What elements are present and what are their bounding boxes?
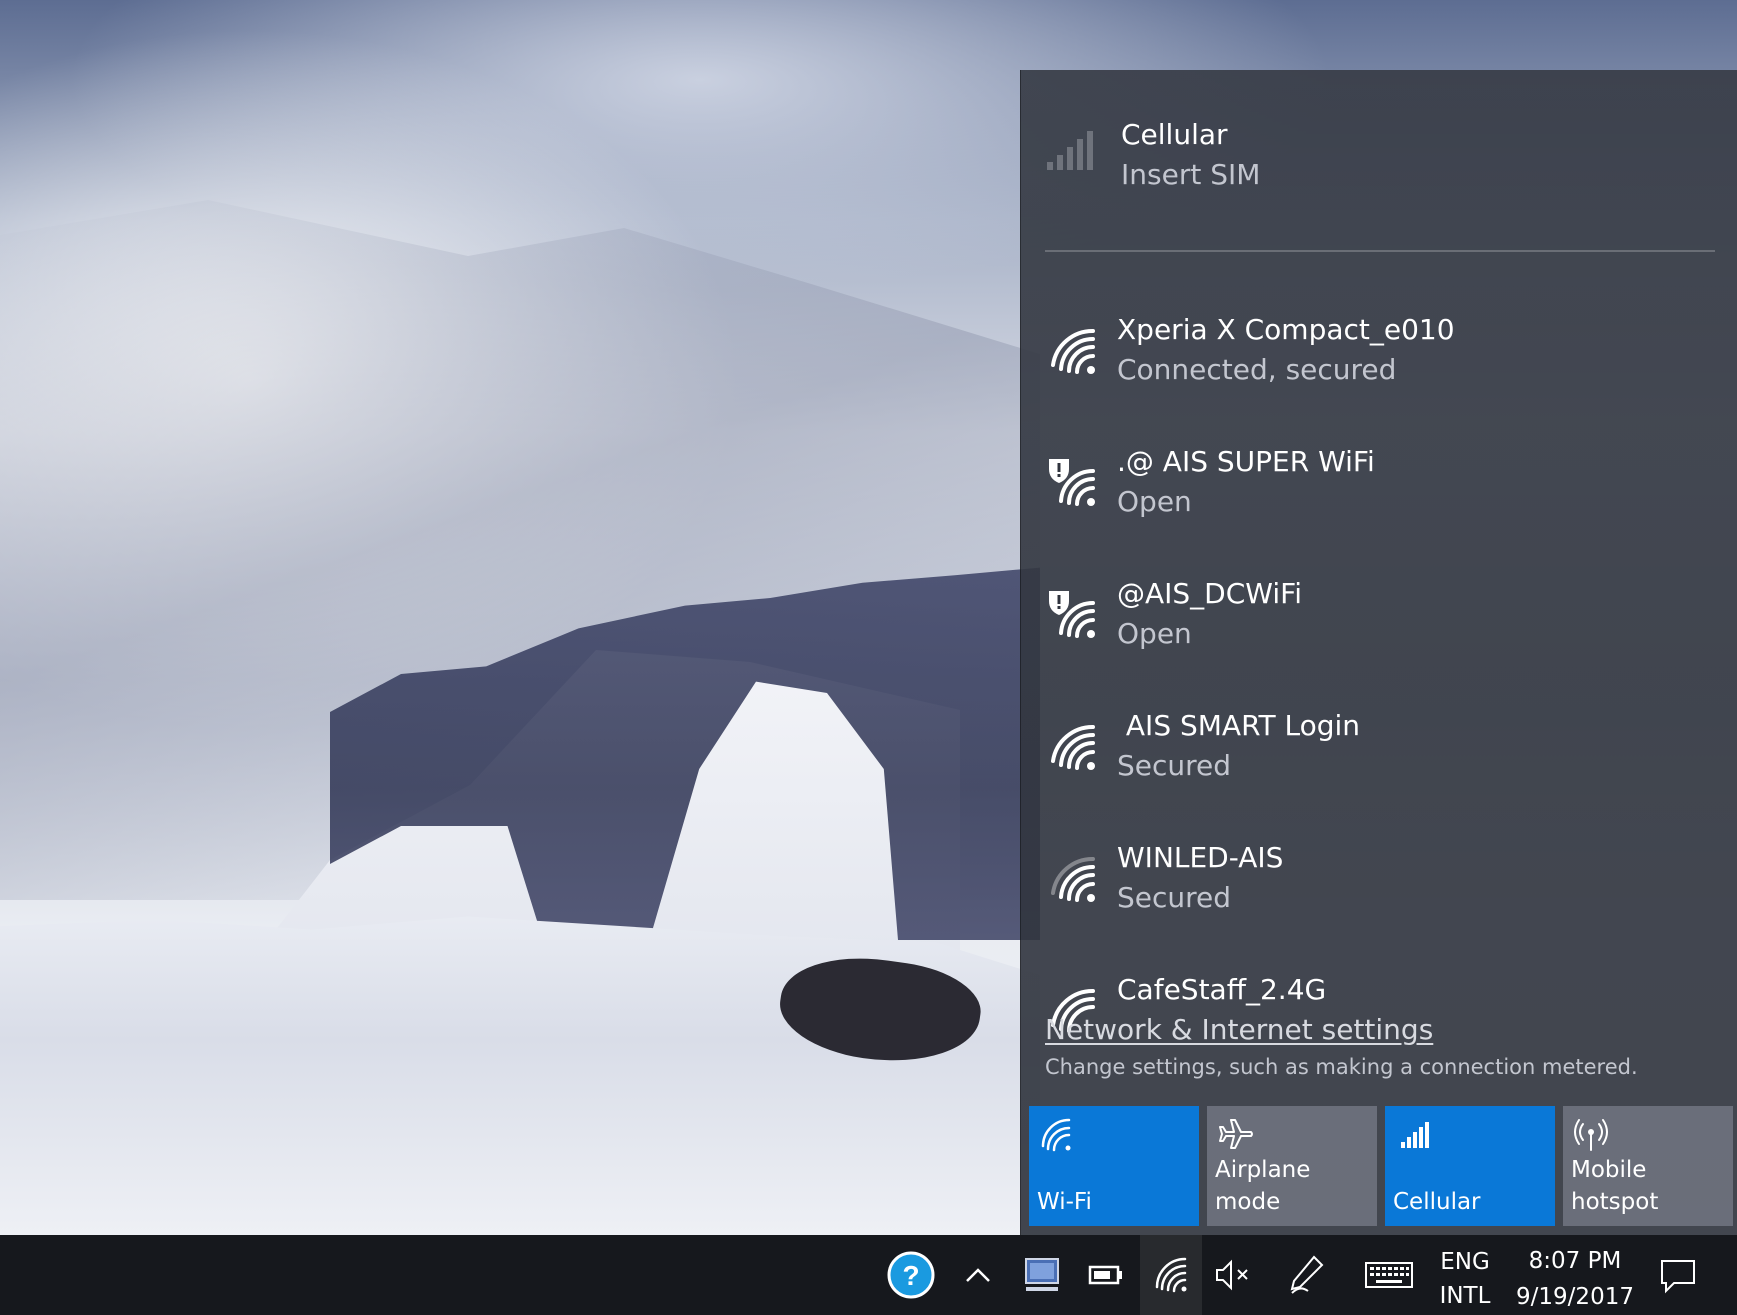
- pen-icon[interactable]: [1280, 1249, 1332, 1301]
- network-status: Open: [1117, 485, 1192, 518]
- wifi-icon: [1051, 724, 1095, 770]
- clock-date: 9/19/2017: [1516, 1284, 1634, 1310]
- divider: [1045, 250, 1715, 252]
- tile-label: Airplane mode: [1215, 1157, 1311, 1215]
- network-status: Connected, secured: [1117, 353, 1397, 386]
- network-name: @AIS_DCWiFi: [1117, 577, 1302, 610]
- network-name: .@ AIS SUPER WiFi: [1117, 445, 1375, 478]
- language-code: ENG: [1440, 1249, 1490, 1275]
- input-language-indicator[interactable]: ENG INTL: [1430, 1245, 1500, 1313]
- network-item-ais-super-wifi[interactable]: .@ AIS SUPER WiFi Open: [1021, 427, 1737, 547]
- tile-label: Mobile hotspot: [1571, 1157, 1659, 1215]
- wifi-icon: [1051, 328, 1095, 374]
- battery-icon[interactable]: [1080, 1249, 1132, 1301]
- network-settings-description: Change settings, such as making a connec…: [1045, 1055, 1638, 1079]
- cellular-connection[interactable]: Cellular Insert SIM: [1021, 70, 1737, 250]
- network-name: WINLED-AIS: [1117, 841, 1284, 874]
- airplane-icon: [1219, 1119, 1253, 1149]
- wifi-icon: [1041, 1118, 1071, 1152]
- volume-muted-icon[interactable]: [1207, 1249, 1259, 1301]
- network-item-winled-ais[interactable]: WINLED-AIS Secured: [1021, 823, 1737, 943]
- svg-text:?: ?: [902, 1260, 919, 1291]
- network-status: Secured: [1117, 881, 1232, 914]
- cellular-signal-icon: [1401, 1122, 1429, 1148]
- wifi-icon: [1051, 856, 1095, 902]
- airplane-mode-tile[interactable]: Airplane mode: [1207, 1106, 1377, 1226]
- tile-label: Wi-Fi: [1037, 1189, 1092, 1215]
- action-center-icon[interactable]: [1652, 1249, 1704, 1301]
- network-name: AIS SMART Login: [1117, 709, 1361, 742]
- clock-time: 8:07 PM: [1528, 1248, 1622, 1274]
- network-item-ais-dcwifi[interactable]: @AIS_DCWiFi Open: [1021, 559, 1737, 679]
- cellular-name: Cellular: [1121, 118, 1228, 151]
- cellular-signal-icon: [1047, 131, 1093, 170]
- hotspot-icon: [1574, 1119, 1608, 1151]
- network-settings-link[interactable]: Network & Internet settings: [1045, 1013, 1433, 1046]
- help-icon[interactable]: ?: [885, 1249, 937, 1301]
- network-flyout: Cellular Insert SIM Xperia X Compact_e01…: [1020, 70, 1737, 1235]
- cellular-status: Insert SIM: [1121, 158, 1261, 191]
- network-item-ais-smart-login[interactable]: AIS SMART Login Secured: [1021, 691, 1737, 811]
- clock[interactable]: 8:07 PM 9/19/2017: [1505, 1243, 1645, 1315]
- network-status: Open: [1117, 617, 1192, 650]
- snow-foreground: [0, 916, 1040, 1235]
- wifi-toggle-tile[interactable]: Wi-Fi: [1029, 1106, 1199, 1226]
- chevron-up-icon[interactable]: [952, 1249, 1004, 1301]
- cellular-toggle-tile[interactable]: Cellular: [1385, 1106, 1555, 1226]
- wifi-taskbar-button[interactable]: [1140, 1235, 1202, 1315]
- display-icon[interactable]: [1016, 1249, 1068, 1301]
- network-name: CafeStaff_2.4G: [1117, 973, 1327, 1006]
- network-status: Secured: [1117, 749, 1232, 782]
- wifi-open-warning-icon: [1049, 459, 1095, 506]
- taskbar: ? ENG INTL 8:07 PM 9/19/2017: [0, 1235, 1737, 1315]
- quick-action-tiles: Wi-Fi Airplane mode Cellular Mobile hots…: [1029, 1106, 1735, 1226]
- keyboard-layout: INTL: [1439, 1283, 1491, 1309]
- wifi-open-warning-icon: [1049, 591, 1095, 638]
- network-item-xperia[interactable]: Xperia X Compact_e010 Connected, secured: [1021, 295, 1737, 415]
- network-name: Xperia X Compact_e010: [1117, 313, 1455, 346]
- keyboard-icon[interactable]: [1360, 1249, 1420, 1301]
- wifi-icon: [1155, 1257, 1187, 1293]
- wifi-network-list[interactable]: Xperia X Compact_e010 Connected, secured…: [1021, 295, 1737, 1055]
- mobile-hotspot-tile[interactable]: Mobile hotspot: [1563, 1106, 1733, 1226]
- tile-label: Cellular: [1393, 1189, 1481, 1215]
